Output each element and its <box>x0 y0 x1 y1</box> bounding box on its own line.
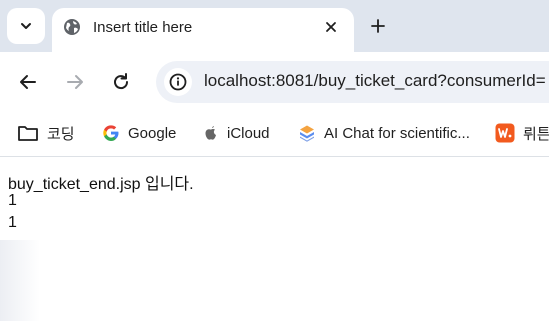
arrow-right-icon <box>67 75 83 89</box>
bookmark-icloud[interactable]: iCloud <box>203 122 270 144</box>
site-info-button[interactable] <box>164 68 192 96</box>
page-value-text: 1 <box>8 192 17 209</box>
page-heading-text: buy_ticket_end.jsp 입니다. <box>8 176 194 193</box>
new-tab-button[interactable] <box>366 14 390 38</box>
bookmark-coding[interactable]: 코딩 <box>17 122 75 144</box>
bookmark-wrtn[interactable]: 뤼튼 <box>495 122 549 144</box>
tab-close-button[interactable] <box>321 17 341 37</box>
arrow-left-icon <box>20 75 36 89</box>
bookmark-label: iCloud <box>227 124 270 142</box>
reload-button[interactable] <box>109 70 133 94</box>
info-icon <box>169 73 187 91</box>
ai-chat-icon <box>300 125 314 142</box>
bookmarks-bar: 코딩 Google iCloud AI Chat for scientific.… <box>0 112 549 157</box>
bookmark-label: AI Chat for scientific... <box>324 124 470 142</box>
bookmark-ai-chat[interactable]: AI Chat for scientific... <box>298 122 470 144</box>
back-button[interactable] <box>16 70 40 94</box>
bookmark-google[interactable]: Google <box>102 122 176 144</box>
tab-strip: Insert title here <box>0 0 549 52</box>
bookmark-label: Google <box>128 124 177 142</box>
wrtn-icon <box>495 123 515 143</box>
google-icon <box>103 125 119 141</box>
bookmark-label: 코딩 <box>47 125 75 143</box>
page-value-text: 1 <box>8 214 17 231</box>
reload-icon <box>114 73 129 90</box>
folder-icon <box>18 126 38 141</box>
globe-icon <box>64 19 80 35</box>
browser-toolbar: localhost:8081/buy_ticket_card?consumerI… <box>0 52 549 112</box>
plus-icon <box>371 19 385 33</box>
forward-button[interactable] <box>63 70 87 94</box>
apple-icon <box>205 126 216 140</box>
bookmark-label: 뤼튼 <box>523 125 549 143</box>
address-bar[interactable]: localhost:8081/buy_ticket_card?consumerI… <box>156 61 549 103</box>
url-text: localhost:8081/buy_ticket_card?consumerI… <box>204 71 546 90</box>
tab-search-button[interactable] <box>7 8 45 44</box>
close-icon <box>326 22 336 32</box>
tab-title: Insert title here <box>93 19 193 36</box>
active-tab[interactable]: Insert title here <box>52 8 354 52</box>
page-content: buy_ticket_end.jsp 입니다. 1 1 <box>0 158 549 321</box>
chevron-down-icon <box>21 23 31 29</box>
